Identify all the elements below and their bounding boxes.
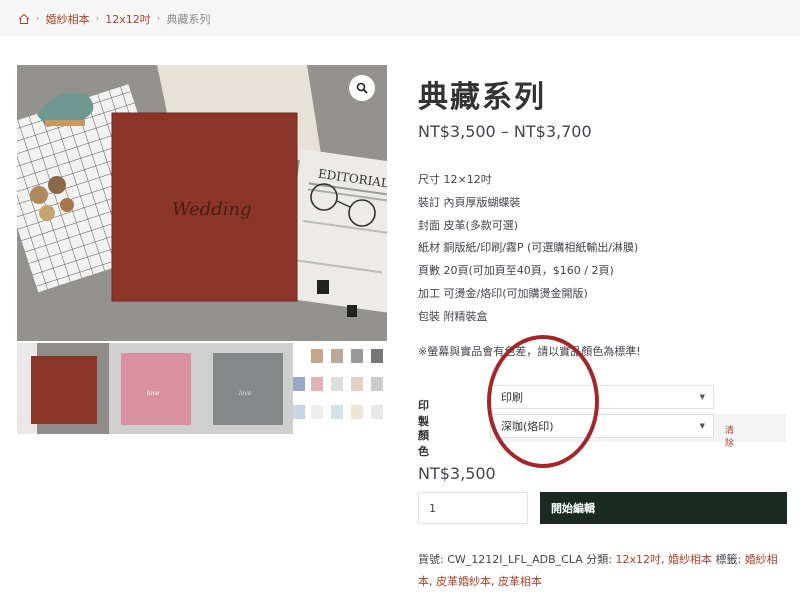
- svg-text:love: love: [239, 390, 252, 397]
- breadcrumb-current: 典藏系列: [166, 13, 211, 26]
- svg-text:love: love: [147, 390, 160, 397]
- start-edit-button[interactable]: 開始編輯: [540, 492, 787, 524]
- chevron-right-icon: ›: [95, 14, 100, 24]
- product-meta: 貨號: CW_1212I_LFL_ADB_CLA 分類: 12x12吋, 婚紗相…: [418, 553, 778, 588]
- breadcrumb-bar: › 婚紗相本 › 12x12吋 › 典藏系列: [0, 0, 800, 36]
- tag-label: 標籤:: [715, 553, 742, 566]
- thumbnail-gray[interactable]: love: [201, 343, 293, 434]
- price-range: NT$3,500 – NT$3,700: [418, 122, 592, 141]
- thumbnail-brown[interactable]: [17, 343, 109, 434]
- breadcrumb-link-size[interactable]: 12x12吋: [105, 11, 151, 27]
- home-icon[interactable]: [18, 13, 30, 25]
- category-label: 分類:: [586, 553, 612, 566]
- sku-value: CW_1212I_LFL_ADB_CLA: [447, 553, 583, 566]
- tag-link[interactable]: 皮革相本: [498, 575, 542, 588]
- chevron-right-icon: ›: [156, 14, 161, 24]
- spec-packaging: 包裝 附精裝盒: [418, 309, 488, 323]
- spec-paper: 紙材 銅版紙/印刷/霧P (可選購相紙輸出/淋膜): [418, 241, 639, 255]
- spec-cover: 封面 皮革(多款可選): [418, 218, 519, 232]
- thumbnail-swatches[interactable]: [293, 343, 385, 434]
- highlight-circle: [487, 335, 599, 468]
- chevron-down-icon: ▼: [699, 393, 705, 401]
- spec-pages: 頁數 20頁(可加頁至40頁，$160 / 2頁): [418, 264, 614, 278]
- print-label: 印製: [418, 399, 429, 428]
- search-icon: [356, 82, 368, 94]
- product-title: 典藏系列: [418, 80, 546, 115]
- product-specs: 尺寸 12×12吋 裝訂 內頁厚版蝴蝶裝 封面 皮革(多款可選) 紙材 銅版紙/…: [418, 172, 638, 332]
- breadcrumb-link-wedding[interactable]: 婚紗相本: [46, 11, 90, 27]
- color-label: 顏色: [418, 429, 429, 458]
- chevron-down-icon: ▼: [699, 422, 705, 430]
- product-photo: EDITORIAL Wedding: [17, 65, 387, 341]
- category-link[interactable]: 婚紗相本: [668, 553, 712, 566]
- svg-text:Wedding: Wedding: [172, 199, 252, 220]
- tag-link[interactable]: 皮革婚紗本: [436, 575, 491, 588]
- zoom-button[interactable]: [349, 75, 375, 101]
- spec-binding: 裝訂 內頁厚版蝴蝶裝: [418, 195, 521, 209]
- clear-link[interactable]: 清除: [725, 423, 734, 449]
- quantity-input[interactable]: 1: [418, 492, 528, 524]
- thumbnail-strip: love love: [17, 343, 387, 434]
- breadcrumb: › 婚紗相本 › 12x12吋 › 典藏系列: [18, 11, 210, 27]
- product-main-image[interactable]: EDITORIAL Wedding: [17, 65, 387, 341]
- variant-price: NT$3,500: [418, 464, 496, 483]
- sku-label: 貨號:: [418, 553, 444, 566]
- chevron-right-icon: ›: [36, 14, 40, 24]
- thumbnail-pink[interactable]: love: [109, 343, 201, 434]
- spec-processing: 加工 可燙金/烙印(可加購燙金開版): [418, 286, 588, 300]
- spec-size: 尺寸 12×12吋: [418, 173, 492, 186]
- category-link[interactable]: 12x12吋: [615, 553, 661, 566]
